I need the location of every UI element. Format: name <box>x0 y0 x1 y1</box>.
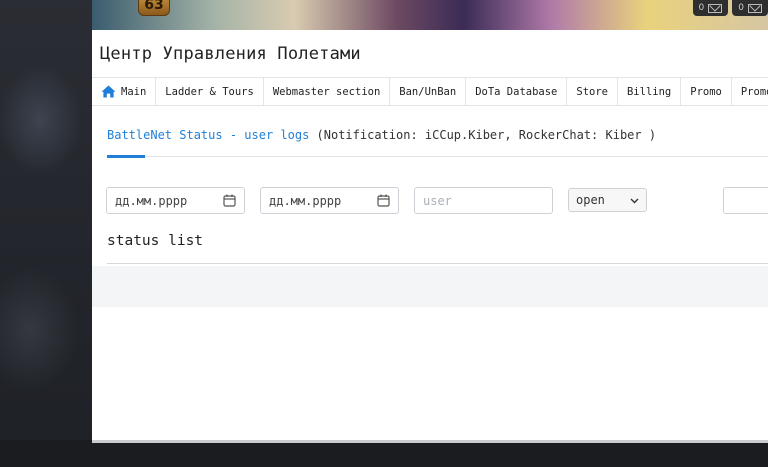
status-list-title: status list <box>107 233 204 249</box>
nav-item-label: Main <box>121 85 147 98</box>
nav-item-label: Billing <box>626 85 672 98</box>
calendar-icon[interactable] <box>223 194 236 207</box>
nav-item-store[interactable]: Store <box>567 78 618 105</box>
active-tab-indicator <box>107 155 145 158</box>
mail-icon <box>708 3 723 13</box>
main-panel: Центр Управления Полетами Main Ladder & … <box>92 30 768 443</box>
nav-item-label: Webmaster section <box>272 85 381 98</box>
panel-body <box>92 307 768 440</box>
user-input[interactable] <box>414 187 553 214</box>
state-select-value: open <box>576 193 605 207</box>
nav-item-label: DoTa Database <box>475 85 558 98</box>
date-to-placeholder: дд.мм.рррр <box>269 193 342 208</box>
messages-count: 0 <box>698 3 705 13</box>
nav-item-promo-2[interactable]: Promo <box>732 78 768 105</box>
nav-item-billing[interactable]: Billing <box>618 78 682 105</box>
nav-item-ladder-tours[interactable]: Ladder & Tours <box>156 78 264 105</box>
header-banner: 63 0 0 <box>92 0 768 30</box>
status-list-area <box>92 266 768 307</box>
footer-band <box>0 440 768 467</box>
date-from-placeholder: дд.мм.рррр <box>115 193 188 208</box>
alerts-count: 0 <box>738 3 744 13</box>
status-details: (Notification: iCCup.Kiber, RockerChat: … <box>309 128 657 142</box>
rank-badge[interactable]: 63 <box>138 0 170 16</box>
nav-item-dota-database[interactable]: DoTa Database <box>466 78 568 105</box>
nav-item-main[interactable]: Main <box>92 78 157 105</box>
filter-bar: дд.мм.рррр дд.мм.рррр user open <box>106 187 768 215</box>
nav-item-label: Promo <box>740 85 768 98</box>
nav-item-label: Store <box>576 85 608 98</box>
home-icon <box>101 85 116 98</box>
nav-item-label: Ladder & Tours <box>165 85 254 98</box>
status-heading: BattleNet Status - user logs (Notificati… <box>107 128 656 142</box>
nav-item-ban-unban[interactable]: Ban/UnBan <box>390 78 467 105</box>
notification-widgets: 0 0 <box>692 0 768 16</box>
site-title: Центр Управления Полетами <box>100 44 361 64</box>
nav-item-webmaster[interactable]: Webmaster section <box>264 78 391 105</box>
nav-item-label: Ban/UnBan <box>399 85 457 98</box>
extra-filter-field[interactable] <box>723 187 768 214</box>
chevron-down-icon <box>630 193 639 207</box>
nav-item-promo[interactable]: Promo <box>681 78 732 105</box>
date-to-field[interactable]: дд.мм.рррр <box>260 187 399 214</box>
messages-widget[interactable]: 0 <box>692 0 729 16</box>
status-logs-link[interactable]: BattleNet Status - user logs <box>107 128 309 142</box>
state-select[interactable]: open <box>568 188 647 212</box>
mail-icon <box>748 3 762 13</box>
nav-item-label: Promo <box>690 85 722 98</box>
calendar-icon[interactable] <box>377 194 390 207</box>
date-from-field[interactable]: дд.мм.рррр <box>106 187 245 214</box>
main-navbar: Main Ladder & Tours Webmaster section Ba… <box>92 77 768 106</box>
alerts-widget[interactable]: 0 <box>732 0 768 16</box>
section-divider <box>107 263 768 264</box>
heading-divider <box>107 156 768 157</box>
page-background <box>0 0 92 467</box>
